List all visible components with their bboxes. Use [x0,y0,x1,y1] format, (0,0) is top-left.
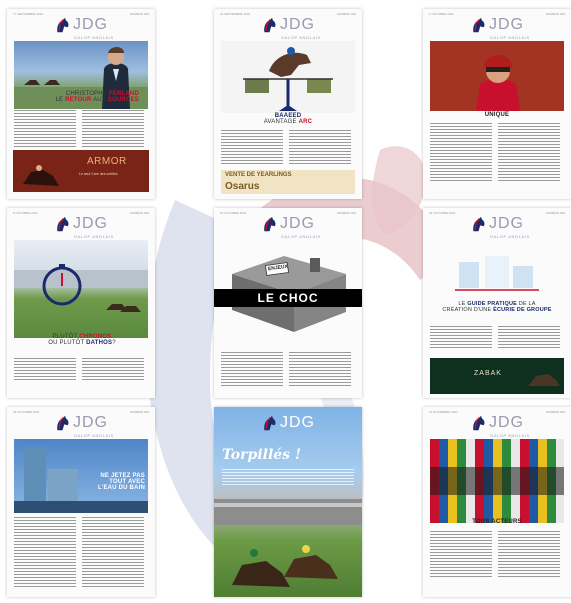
article-text-right [82,517,144,589]
hero-photo-stopwatch-racecourse [14,240,148,338]
armor-advertisement: ARMOR Le seul Cree des oreilles [13,150,149,192]
article-text-right [498,123,560,183]
article-text-right [82,110,144,149]
jdg-logo: JDG GALOP ANGLAIS [214,214,362,240]
hero-photo-jockey-silks [430,439,564,523]
cover-headline: TOUS ACTEURS [472,519,522,525]
osarus-brand: Osarus [225,181,260,192]
article-text-left [430,531,492,579]
cover-headline: LE GUIDE PRATIQUE DE LA CRÉATION D'UNE É… [442,301,552,313]
magazine-page-6[interactable]: 22 OCTOBRE 2022 NUMÉRO 000 JDG GALOP ANGL… [423,208,571,398]
jdg-logo: JDG GALOP ANGLAIS [423,15,571,41]
magazine-page-2[interactable]: 24 SEPTEMBRE 2022 NUMÉRO 000 JDG GALOP AN… [214,9,362,199]
logo-subtitle: GALOP ANGLAIS [74,433,114,438]
article-text-right [289,130,351,166]
cover-headline: LE CHOC [214,289,362,307]
magazine-page-1[interactable]: 17 SEPTEMBRE 2022 NUMÉRO 000 JDG GALOP AN… [7,9,155,199]
logo-name: JDG [73,16,108,33]
jdg-logo: JDG GALOP ANGLAIS [423,214,571,240]
zabak-ad-title: ZABAK [474,370,502,377]
osarus-advertisement: VENTE DE YEARLINGS Osarus [221,170,355,194]
magazine-page-9[interactable]: 12 NOVEMBRE 2022 NUMÉRO 000 JDG GALOP ANG… [423,407,571,597]
horse-head-logo-icon [57,216,69,232]
cover-headline: PLUTÔT CHRONOS OU PLUTÔT DATHOS? [48,334,116,346]
jdg-logo: JDG [214,413,362,439]
zabak-advertisement: ZABAK [430,358,564,394]
article-text-right [82,358,144,382]
hero-photo-jockey [430,41,564,111]
article-text-left [14,358,76,382]
article-text-right [498,326,560,350]
horse-head-logo-icon [264,415,276,431]
jdg-logo: JDG GALOP ANGLAIS [423,413,571,439]
logo-subtitle: GALOP ANGLAIS [490,433,530,438]
horse-head-logo-icon [264,216,276,232]
magazine-page-7[interactable]: 29 OCTOBRE 2022 NUMÉRO 000 JDG GALOP ANGL… [7,407,155,597]
jdg-logo: JDG GALOP ANGLAIS [7,413,155,439]
article-text-right [289,352,351,388]
hero-photo-balance [221,41,355,113]
article-text-left [14,517,76,589]
logo-subtitle: GALOP ANGLAIS [74,35,114,40]
horse-head-logo-icon [264,17,276,33]
logo-subtitle: GALOP ANGLAIS [281,35,321,40]
logo-subtitle: GALOP ANGLAIS [490,234,530,239]
horse-head-logo-icon [57,17,69,33]
cover-headline: CHRISTOPHE FERLAND LE RETOUR AUX SOURCES [55,91,139,103]
article-text-left [430,326,492,350]
logo-name: JDG [73,414,108,431]
magazine-page-8[interactable]: 5 NOVEMBRE 2022NUMÉRO 000 JDG Torpillés … [214,407,362,597]
logo-name: JDG [489,414,524,431]
jdg-logo: JDG GALOP ANGLAIS [7,15,155,41]
horse-head-logo-icon [57,415,69,431]
logo-name: JDG [280,215,315,232]
horse-head-logo-icon [473,17,485,33]
magazine-page-4[interactable]: 8 OCTOBRE 2022 NUMÉRO 000 JDG GALOP ANGLA… [7,208,155,398]
horse-head-logo-icon [473,216,485,232]
logo-subtitle: GALOP ANGLAIS [490,35,530,40]
horse-head-logo-icon [473,415,485,431]
jdg-logo: JDG GALOP ANGLAIS [7,214,155,240]
article-text-overlay [222,469,354,487]
article-text-left [430,123,492,183]
armor-ad-title: ARMOR [87,156,127,167]
logo-name: JDG [73,215,108,232]
osarus-ad-title: VENTE DE YEARLINGS [225,172,292,178]
cover-headline: UNIQUE [484,112,510,118]
article-text-left [14,110,76,149]
magazine-page-5[interactable]: 15 OCTOBRE 2022 NUMÉRO 000 JDG GALOP ANGL… [214,208,362,398]
article-text-left [221,352,283,388]
cover-headline: NE JETEZ PAS TOUT AVEC L'EAU DU BAIN [97,473,145,491]
logo-subtitle: GALOP ANGLAIS [74,234,114,239]
logo-name: JDG [489,215,524,232]
jdg-logo: JDG GALOP ANGLAIS [214,15,362,41]
logo-name: JDG [280,16,315,33]
logo-name: JDG [280,414,315,431]
cover-headline: Torpillés ! [222,447,302,463]
article-text-left [221,130,283,166]
logo-name: JDG [489,16,524,33]
magazine-page-3[interactable]: 1 OCTOBRE 2022 NUMÉRO 000 JDG GALOP ANGLA… [423,9,571,199]
article-text-right [498,531,560,579]
cover-headline: BAAEED AVANTAGE ARC [263,113,313,125]
logo-subtitle: GALOP ANGLAIS [281,234,321,239]
guide-illustration [451,252,543,300]
